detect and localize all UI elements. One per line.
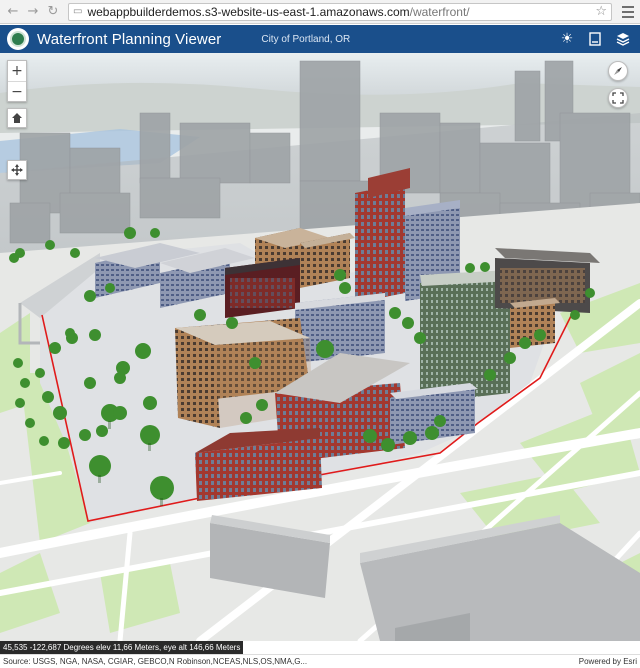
app-subtitle: City of Portland, OR: [261, 33, 351, 45]
scene-canvas[interactable]: [0, 53, 640, 641]
basemap-icon[interactable]: [614, 30, 632, 48]
app-title: Waterfront Planning Viewer: [37, 30, 222, 48]
fullscreen-icon: [612, 92, 624, 104]
attribution-bar: Source: USGS, NGA, NASA, CGIAR, GEBCO,N …: [0, 654, 640, 668]
bookmark-star-icon[interactable]: ☆: [595, 4, 607, 19]
daylight-icon[interactable]: ☀: [558, 30, 576, 48]
zoom-in-button[interactable]: +: [8, 61, 26, 81]
browser-menu-icon[interactable]: [620, 3, 636, 21]
compass-icon: [614, 67, 622, 75]
compass-button[interactable]: [608, 61, 628, 81]
app-header: Waterfront Planning Viewer City of Portl…: [0, 25, 640, 53]
fullscreen-button[interactable]: [608, 88, 628, 108]
address-bar[interactable]: ▭ webappbuilderdemos.s3-website-us-east-…: [68, 2, 612, 21]
pan-button[interactable]: [7, 160, 27, 180]
scene-view[interactable]: [0, 53, 640, 641]
zoom-control: + −: [7, 60, 27, 102]
layer-list-icon[interactable]: [586, 30, 604, 48]
zoom-out-button[interactable]: −: [8, 81, 26, 101]
url-path: /waterfront/: [409, 4, 470, 19]
home-button[interactable]: [7, 108, 27, 128]
app-logo: [7, 28, 29, 50]
page-icon: ▭: [73, 6, 83, 17]
home-icon: [12, 113, 22, 123]
browser-toolbar: ← → ↻ ▭ webappbuilderdemos.s3-website-us…: [0, 0, 640, 24]
back-icon[interactable]: ←: [4, 3, 22, 21]
attribution-source: Source: USGS, NGA, NASA, CGIAR, GEBCO,N …: [3, 657, 308, 666]
forward-icon[interactable]: →: [24, 3, 42, 21]
pan-icon: [11, 164, 23, 176]
reload-icon[interactable]: ↻: [44, 3, 62, 21]
powered-by-esri[interactable]: Powered by Esri: [579, 657, 637, 666]
coordinate-readout: 45,535 -122,687 Degrees elev 11,66 Meter…: [0, 641, 244, 654]
url-host: webappbuilderdemos.s3-website-us-east-1.…: [87, 4, 410, 19]
